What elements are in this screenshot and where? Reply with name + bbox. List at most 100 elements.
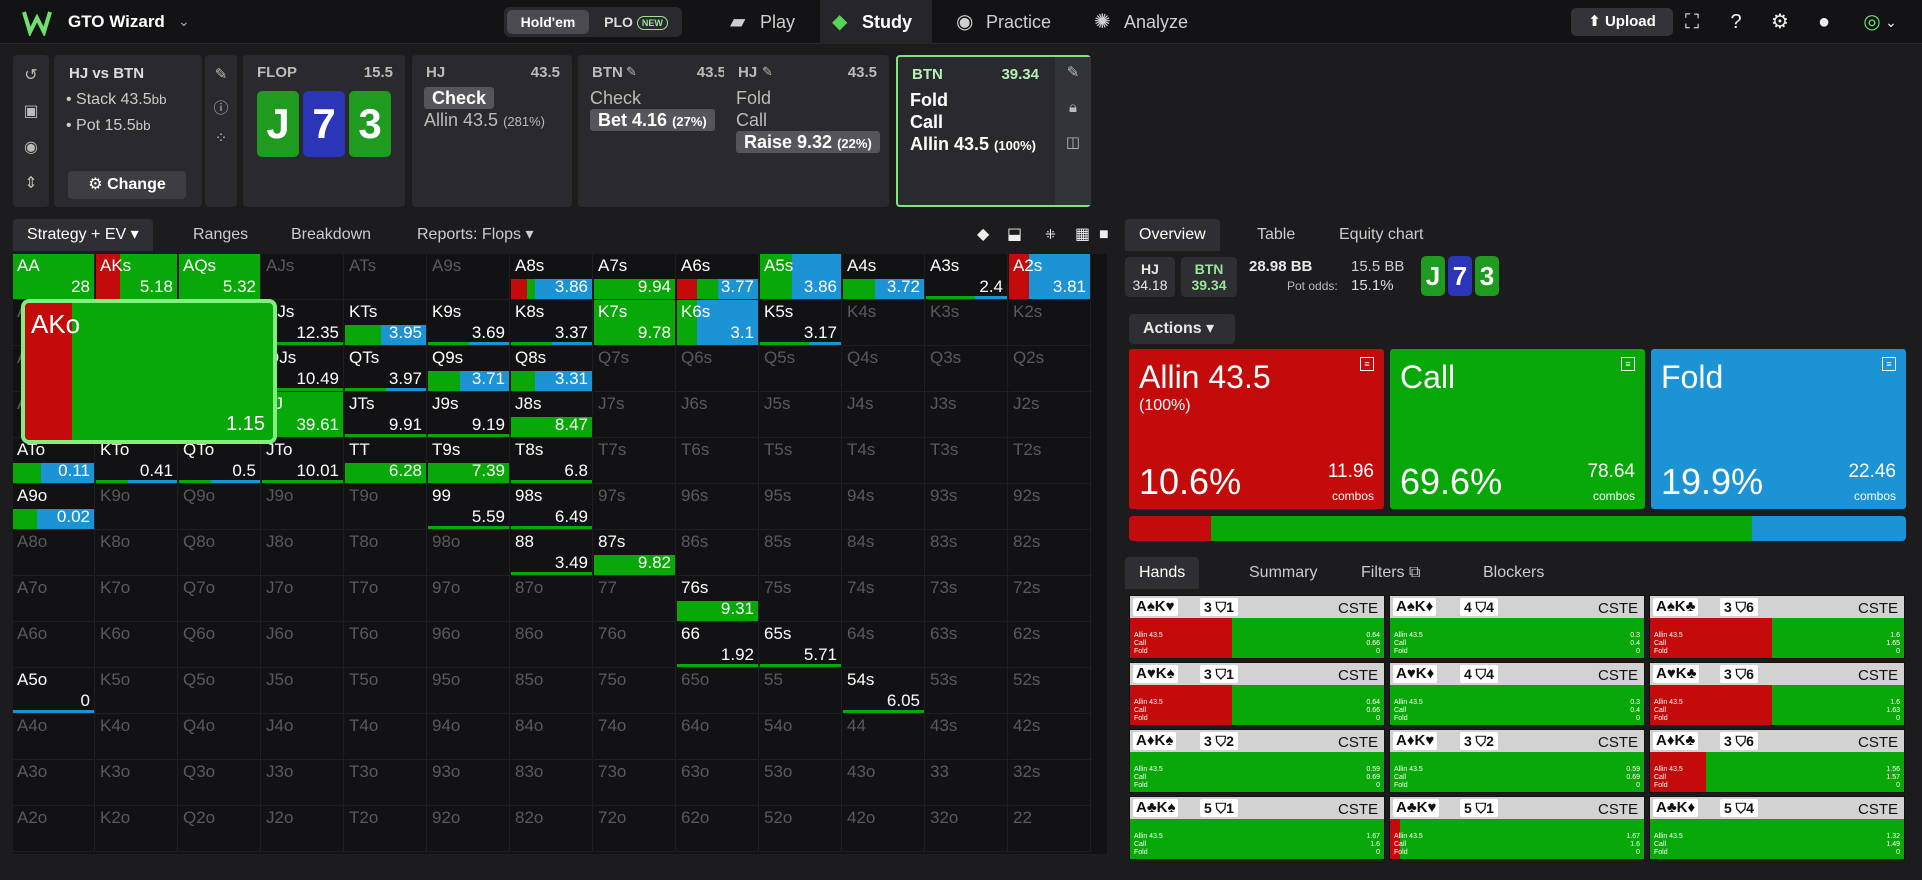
matrix-cell-85o[interactable]: 85o — [511, 668, 593, 714]
matrix-cell-K9o[interactable]: K9o — [96, 484, 178, 530]
matrix-cell-85s[interactable]: 85s — [760, 530, 842, 576]
node-action[interactable]: Allin 43.5 (100%) — [910, 133, 1036, 155]
matrix-cell-J6s[interactable]: J6s — [677, 392, 759, 438]
hand-combo-card[interactable]: A♠K♣ 3 ⛉6 CSTE Allin 43.5 Call Fold 1.6 1.65 0 — [1649, 595, 1905, 659]
gto-wizard-logo[interactable] — [22, 8, 52, 36]
hand-combo-card[interactable]: A♦K♥ 3 ⛉2 CSTE Allin 43.5 Call Fold 0.59 0.69 0 — [1389, 729, 1645, 793]
pencil-icon[interactable]: ✎ — [211, 65, 231, 83]
matrix-cell-K7s[interactable]: K7s 9.78 — [594, 300, 676, 346]
node-action[interactable]: Bet 4.16 (27%) — [590, 109, 715, 131]
matrix-cell-J8o[interactable]: J8o — [262, 530, 344, 576]
matrix-cell-K4o[interactable]: K4o — [96, 714, 178, 760]
matrix-cell-94s[interactable]: 94s — [843, 484, 925, 530]
hand-combo-card[interactable]: A♥K♠ 3 ⛉1 CSTE Allin 43.5 Call Fold 0.64 0.66 0 — [1129, 662, 1385, 726]
matrix-cell-A5o[interactable]: A5o 0 — [13, 668, 95, 714]
matrix-cell-J4o[interactable]: J4o — [262, 714, 344, 760]
matrix-cell-Q6s[interactable]: Q6s — [677, 346, 759, 392]
matrix-cell-98o[interactable]: 98o — [428, 530, 510, 576]
lock-icon[interactable]: 🔒︎ — [1063, 99, 1083, 116]
node-action[interactable]: Fold — [736, 87, 771, 109]
matrix-cell-AJs[interactable]: AJs — [262, 254, 344, 300]
hand-combo-card[interactable]: A♥K♣ 3 ⛉6 CSTE Allin 43.5 Call Fold 1.6 1.63 0 — [1649, 662, 1905, 726]
matrix-cell-QTs[interactable]: QTs 3.97 — [345, 346, 427, 392]
matrix-cell-Q9s[interactable]: Q9s 3.71 — [428, 346, 510, 392]
matrix-cell-KTs[interactable]: KTs 3.95 — [345, 300, 427, 346]
node-action[interactable]: Call — [910, 111, 943, 133]
matrix-cell-Q3s[interactable]: Q3s — [926, 346, 1008, 392]
matrix-cell-83s[interactable]: 83s — [926, 530, 1008, 576]
matrix-cell-44[interactable]: 44 — [843, 714, 925, 760]
matrix-cell-A3o[interactable]: A3o — [13, 760, 95, 806]
matrix-cell-J7s[interactable]: J7s — [594, 392, 676, 438]
matrix-cell-Q4o[interactable]: Q4o — [179, 714, 261, 760]
matrix-cell-J4s[interactable]: J4s — [843, 392, 925, 438]
matrix-cell-J9s[interactable]: J9s 9.19 — [428, 392, 510, 438]
matrix-cell-KTo[interactable]: KTo 0.41 — [96, 438, 178, 484]
matrix-cell-K2o[interactable]: K2o — [96, 806, 178, 852]
matrix-cell-22[interactable]: 22 — [1009, 806, 1091, 852]
matrix-cell-K7o[interactable]: K7o — [96, 576, 178, 622]
matrix-cell-T2o[interactable]: T2o — [345, 806, 427, 852]
matrix-cell-95o[interactable]: 95o — [428, 668, 510, 714]
matrix-cell-84s[interactable]: 84s — [843, 530, 925, 576]
matrix-cell-43s[interactable]: 43s — [926, 714, 1008, 760]
matrix-cell-A6o[interactable]: A6o — [13, 622, 95, 668]
matrix-cell-77[interactable]: 77 — [594, 576, 676, 622]
matrix-cell-62o[interactable]: 62o — [677, 806, 759, 852]
matrix-cell-76s[interactable]: 76s 9.31 — [677, 576, 759, 622]
tab-strategy-ev[interactable]: Strategy + EV ▾ — [13, 219, 153, 251]
upload-button[interactable]: ⬆ Upload — [1571, 8, 1673, 36]
matrix-cell-AA[interactable]: AA 28 — [13, 254, 95, 300]
matrix-cell-AKs[interactable]: AKs 5.18 — [96, 254, 178, 300]
matrix-cell-T7o[interactable]: T7o — [345, 576, 427, 622]
tab-breakdown[interactable]: Breakdown — [277, 219, 385, 251]
hand-combo-card[interactable]: A♣K♥ 5 ⛉1 CSTE Allin 43.5 Call Fold 1.67 1.6 0 — [1389, 796, 1645, 860]
matrix-cell-84o[interactable]: 84o — [511, 714, 593, 760]
notes-icon[interactable]: ≡ — [1360, 357, 1374, 371]
matrix-cell-62s[interactable]: 62s — [1009, 622, 1091, 668]
matrix-cell-73s[interactable]: 73s — [926, 576, 1008, 622]
nav-analyze[interactable]: ✺ Analyze — [1082, 0, 1212, 44]
matrix-cell-QTo[interactable]: QTo 0.5 — [179, 438, 261, 484]
matrix-cell-K5s[interactable]: K5s 3.17 — [760, 300, 842, 346]
matrix-cell-74s[interactable]: 74s — [843, 576, 925, 622]
nav-practice[interactable]: ◉ Practice — [944, 0, 1084, 44]
matrix-cell-T3s[interactable]: T3s — [926, 438, 1008, 484]
matrix-cell-T4o[interactable]: T4o — [345, 714, 427, 760]
matrix-cell-32o[interactable]: 32o — [926, 806, 1008, 852]
matrix-cell-86o[interactable]: 86o — [511, 622, 593, 668]
matrix-cell-75s[interactable]: 75s — [760, 576, 842, 622]
matrix-cell-64o[interactable]: 64o — [677, 714, 759, 760]
matrix-cell-52s[interactable]: 52s — [1009, 668, 1091, 714]
matrix-cell-T7s[interactable]: T7s — [594, 438, 676, 484]
matrix-cell-T5o[interactable]: T5o — [345, 668, 427, 714]
history-node-btn[interactable]: BTN 39.34 Fold Call Allin 43.5 (100%) ✎ 🔒︎ ◫ — [896, 55, 1091, 207]
matrix-cell-T2s[interactable]: T2s — [1009, 438, 1091, 484]
matrix-cell-72o[interactable]: 72o — [594, 806, 676, 852]
mode-holdem-button[interactable]: Hold'em — [507, 10, 589, 34]
matrix-cell-K3s[interactable]: K3s — [926, 300, 1008, 346]
nav-study[interactable]: ◆ Study — [820, 0, 932, 44]
hand-combo-card[interactable]: A♦K♣ 3 ⛉6 CSTE Allin 43.5 Call Fold 1.56 1.57 0 — [1649, 729, 1905, 793]
matrix-cell-JTo[interactable]: JTo 10.01 — [262, 438, 344, 484]
wizard-coin-icon[interactable]: ◎ — [1860, 10, 1884, 34]
matrix-cell-T6s[interactable]: T6s — [677, 438, 759, 484]
matrix-cell-Q8o[interactable]: Q8o — [179, 530, 261, 576]
matrix-cell-32s[interactable]: 32s — [1009, 760, 1091, 806]
matrix-cell-A8s[interactable]: A8s 3.86 — [511, 254, 593, 300]
matrix-cell-95s[interactable]: 95s — [760, 484, 842, 530]
matrix-cell-93o[interactable]: 93o — [428, 760, 510, 806]
matrix-cell-92o[interactable]: 92o — [428, 806, 510, 852]
collapse-icon[interactable]: ⇕ — [21, 173, 41, 193]
tab-summary[interactable]: Summary — [1235, 557, 1331, 589]
save-icon[interactable]: ▣ — [21, 101, 41, 121]
matrix-cell-54o[interactable]: 54o — [760, 714, 842, 760]
matrix-cell-T8o[interactable]: T8o — [345, 530, 427, 576]
matrix-cell-J6o[interactable]: J6o — [262, 622, 344, 668]
hand-combo-card[interactable]: A♣K♠ 5 ⛉1 CSTE Allin 43.5 Call Fold 1.67 1.6 0 — [1129, 796, 1385, 860]
matrix-cell-K6s[interactable]: K6s 3.1 — [677, 300, 759, 346]
gamepad-icon[interactable]: ◉ — [21, 137, 41, 157]
matrix-cell-ATo[interactable]: ATo 0.11 — [13, 438, 95, 484]
tab-reports[interactable]: Reports: Flops ▾ — [403, 219, 548, 251]
matrix-cell-96o[interactable]: 96o — [428, 622, 510, 668]
